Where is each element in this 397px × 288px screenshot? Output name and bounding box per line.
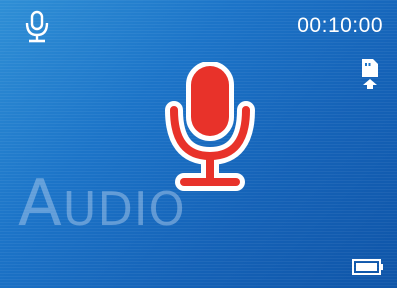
sd-card-icon	[362, 59, 378, 89]
watermark-rest: UDIO	[62, 182, 186, 236]
microphone-mode-icon	[25, 10, 49, 43]
watermark-initial: A	[18, 167, 63, 241]
battery-icon	[352, 259, 383, 275]
audio-recorder-screen: 00:10:00 AUDIO	[0, 0, 397, 288]
elapsed-time: 00:10:00	[297, 14, 383, 37]
audio-mode-watermark: AUDIO	[18, 172, 186, 236]
